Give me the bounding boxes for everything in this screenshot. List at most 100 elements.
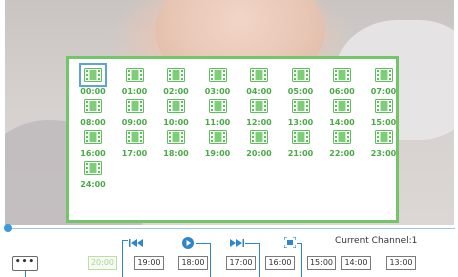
hour-item-label: 00:00 [80,87,106,96]
hour-item[interactable]: 13:00 [281,98,321,132]
hour-item-label: 19:00 [204,149,231,158]
hour-item-label: 07:00 [370,87,397,96]
callout-line [297,243,301,244]
film-clip-icon [332,67,352,83]
play-icon[interactable] [182,237,194,249]
hour-item-label: 01:00 [121,87,148,96]
more-button[interactable]: ••• [12,256,38,271]
hour-button[interactable]: 14:00 [341,256,371,270]
hour-item-label: 22:00 [329,149,355,158]
skip-to-start-icon[interactable] [129,238,143,248]
hour-item[interactable]: 02:00 [156,67,196,101]
hour-item[interactable]: 01:00 [115,67,155,101]
hour-item-label: 09:00 [121,118,148,127]
callout-line [122,240,128,241]
film-clip-icon [79,63,107,87]
film-clip-icon [125,98,145,114]
hour-item[interactable]: 03:00 [198,67,238,101]
film-clip-icon [332,98,352,114]
hour-item-label: 18:00 [163,149,189,158]
hour-button[interactable]: 15:00 [307,256,336,270]
film-clip-icon [166,129,186,145]
hour-button[interactable]: 17:00 [226,256,256,270]
film-clip-icon [374,129,394,145]
hour-item-label: 16:00 [80,149,106,158]
hour-item[interactable]: 11:00 [198,98,238,132]
hour-item-label: 03:00 [204,87,231,96]
callout-line [210,243,211,277]
hour-item-label: 23:00 [370,149,397,158]
hour-item-label: 24:00 [80,180,106,189]
hour-item[interactable]: 08:00 [73,98,113,132]
hour-button[interactable]: 20:00 [88,256,117,270]
hour-item[interactable]: 20:00 [239,129,279,163]
film-clip-icon [208,67,228,83]
callout-line [301,243,302,277]
callout-line [122,240,123,277]
player-window: 00:00 01:00 02:00 03:00 04:00 05:00 06:00 07:00… [0,0,458,277]
hour-item-label: 05:00 [287,87,314,96]
hour-item-label: 13:00 [287,118,314,127]
hour-item-label: 04:00 [246,87,272,96]
hour-item[interactable]: 16:00 [73,129,113,163]
film-clip-icon [249,129,269,145]
hour-item-label: 10:00 [163,118,189,127]
seek-bar[interactable] [8,228,455,229]
film-clip-icon [166,67,186,83]
hour-item[interactable]: 00:00 [73,63,113,101]
film-clip-icon [125,67,145,83]
film-clip-icon [332,129,352,145]
callout-line [196,243,210,244]
film-clip-icon [83,98,103,114]
film-clip-icon [374,98,394,114]
film-clip-icon [374,67,394,83]
film-clip-icon [208,98,228,114]
hour-item[interactable]: 07:00 [364,67,404,101]
hour-item-label: 06:00 [329,87,355,96]
fullscreen-icon[interactable] [284,237,296,248]
film-clip-icon [166,98,186,114]
current-channel-label: Current Channel:1 [335,236,418,246]
hour-item-label: 11:00 [204,118,231,127]
hour-item[interactable]: 24:00 [73,160,113,194]
film-clip-icon [83,129,103,145]
hour-selection-panel: 00:00 01:00 02:00 03:00 04:00 05:00 06:00 07:00… [66,56,399,223]
hour-item[interactable]: 05:00 [281,67,321,101]
seek-handle[interactable] [4,224,12,232]
film-clip-icon [208,129,228,145]
hour-button[interactable]: 16:00 [265,256,295,270]
film-clip-icon [83,160,103,176]
film-clip-icon [125,129,145,145]
hour-item[interactable]: 14:00 [322,98,362,132]
film-clip-icon [291,129,311,145]
hour-button[interactable]: 18:00 [178,256,208,270]
hour-item[interactable]: 12:00 [239,98,279,132]
hour-item[interactable]: 17:00 [115,129,155,163]
hour-item[interactable]: 21:00 [281,129,321,163]
hour-item[interactable]: 10:00 [156,98,196,132]
film-clip-icon [249,98,269,114]
hour-item-label: 14:00 [329,118,355,127]
callout-line [245,243,259,244]
hour-item[interactable]: 22:00 [322,129,362,163]
hour-item-label: 15:00 [370,118,397,127]
hour-item[interactable]: 04:00 [239,67,279,101]
hour-item[interactable]: 09:00 [115,98,155,132]
hour-item[interactable]: 15:00 [364,98,404,132]
hour-item[interactable]: 18:00 [156,129,196,163]
hour-item-label: 02:00 [163,87,189,96]
hour-item-label: 20:00 [246,149,272,158]
hour-item-label: 08:00 [80,118,106,127]
skip-to-end-icon[interactable] [230,238,244,248]
hour-item[interactable]: 23:00 [364,129,404,163]
hour-button[interactable]: 19:00 [134,256,164,270]
film-clip-icon [291,67,311,83]
callout-line [259,243,260,277]
callout-line [25,270,26,277]
hour-item-label: 21:00 [287,149,314,158]
film-clip-icon [249,67,269,83]
hour-item[interactable]: 19:00 [198,129,238,163]
hour-item[interactable]: 06:00 [322,67,362,101]
hour-button[interactable]: 13:00 [386,256,416,270]
film-clip-icon [291,98,311,114]
